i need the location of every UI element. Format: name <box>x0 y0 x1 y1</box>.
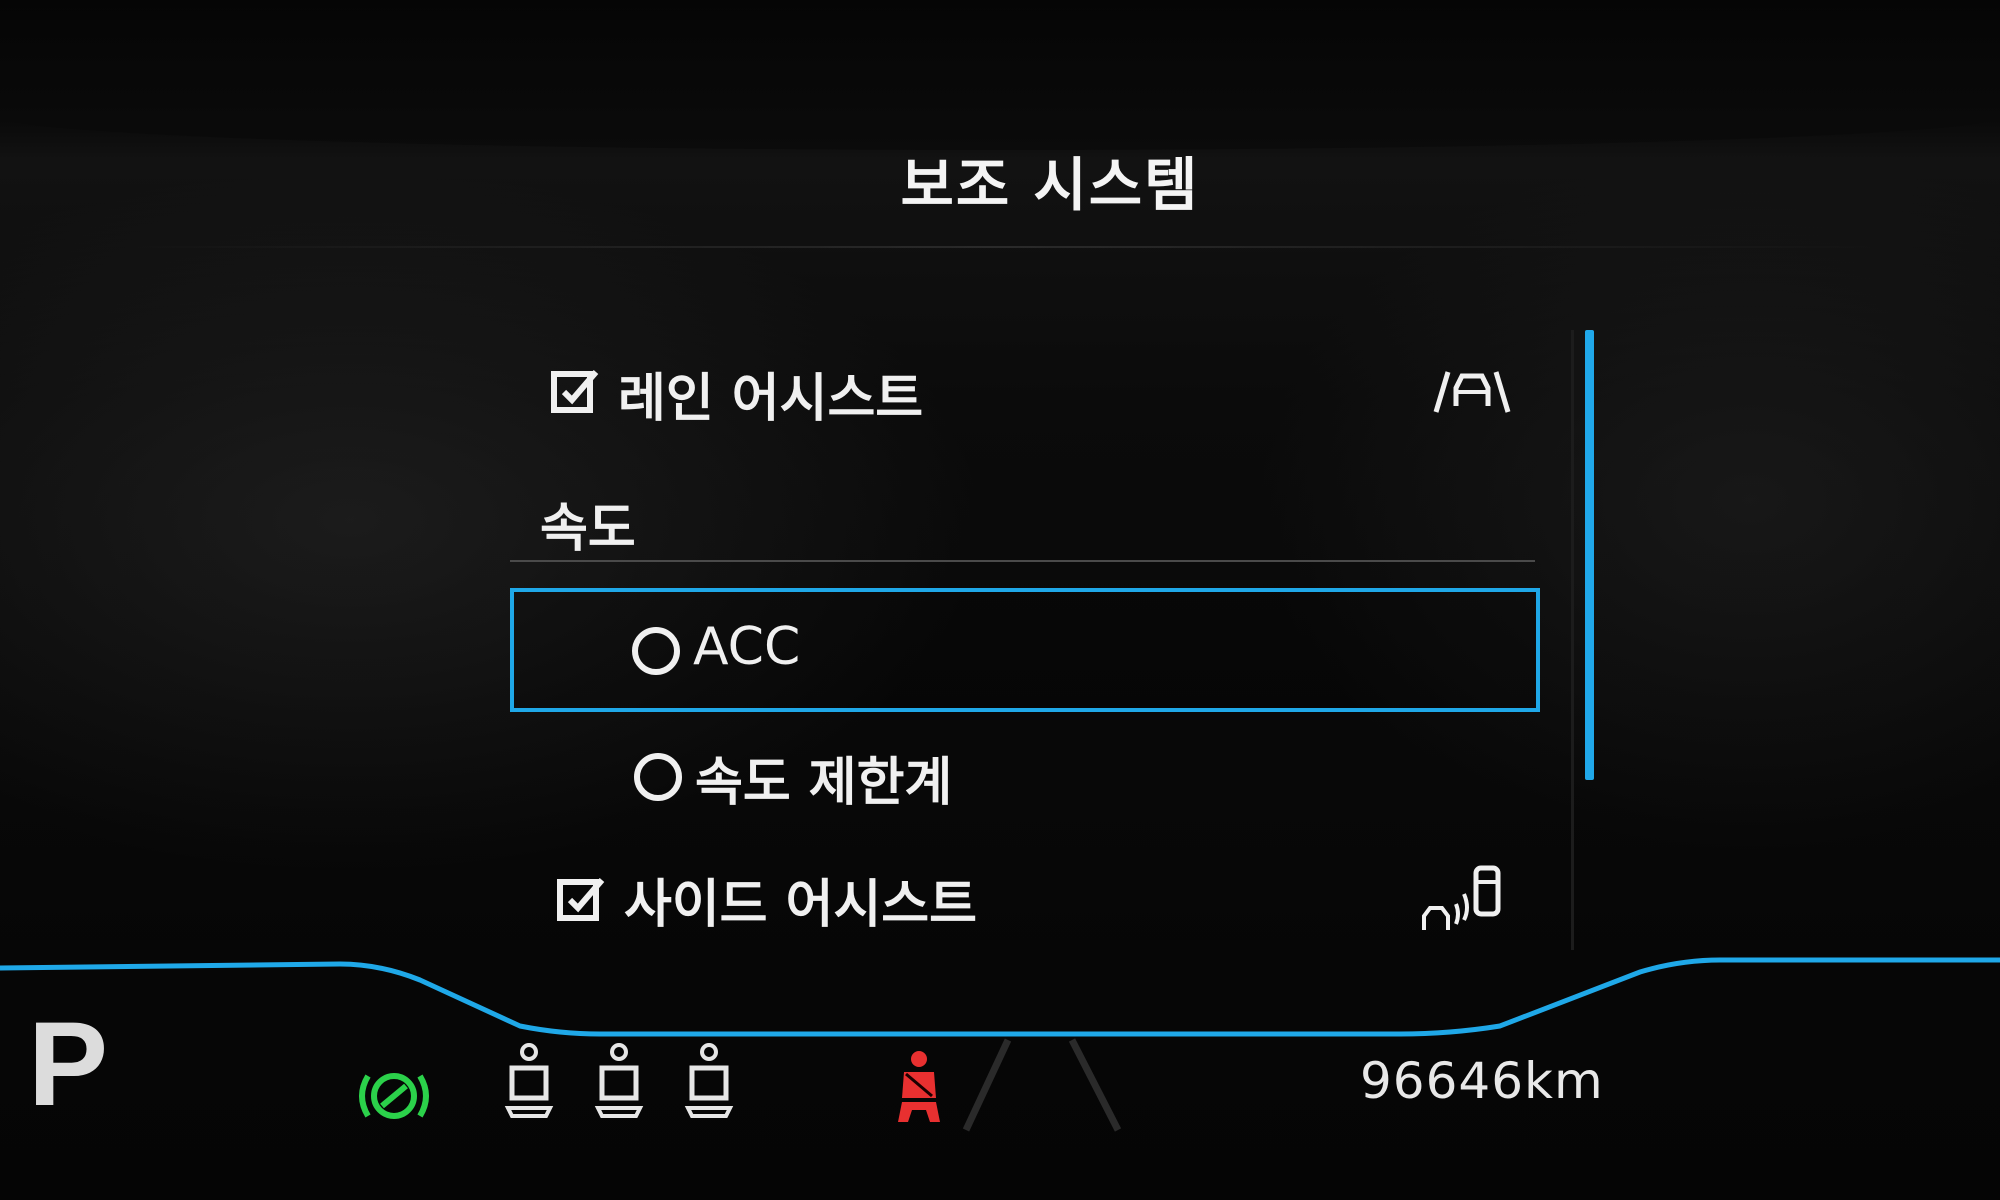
menu-item-label: ACC <box>693 617 801 677</box>
status-bar-frame <box>0 957 2000 1132</box>
instrument-cluster-screen: 보조 시스템 레인 어시스트 속도 ACC 속도 제한계 사이드 어시스트 P … <box>0 0 2000 1200</box>
seat-occupancy-icon <box>684 1043 734 1118</box>
seatbelt-warning-icon <box>898 1051 940 1122</box>
section-header-speed: 속도 <box>540 499 636 559</box>
checkbox-checked-icon[interactable] <box>556 874 606 924</box>
radio-unselected-icon[interactable] <box>632 627 680 675</box>
menu-item-label: 레인 어시스트 <box>618 369 924 429</box>
title-divider <box>120 246 1880 248</box>
gear-indicator: P <box>28 997 109 1131</box>
menu-item-label: 사이드 어시스트 <box>624 875 977 935</box>
checkbox-checked-icon[interactable] <box>550 366 600 416</box>
display-bezel <box>0 0 2000 150</box>
seat-occupancy-icon <box>504 1043 554 1118</box>
odometer-reading: 96646km <box>1360 1052 1604 1110</box>
menu-item-label: 속도 제한계 <box>695 753 953 813</box>
page-title: 보조 시스템 <box>900 151 1200 219</box>
section-divider <box>510 560 1535 562</box>
side-assist-icon <box>1422 865 1501 930</box>
seat-occupancy-icon <box>594 1043 644 1118</box>
lane-assist-icon <box>1433 371 1511 413</box>
radio-unselected-icon[interactable] <box>634 753 682 801</box>
scrollbar-thumb[interactable] <box>1585 330 1594 780</box>
steering-assist-icon <box>359 1073 429 1119</box>
scrollbar-track[interactable] <box>1571 330 1574 950</box>
